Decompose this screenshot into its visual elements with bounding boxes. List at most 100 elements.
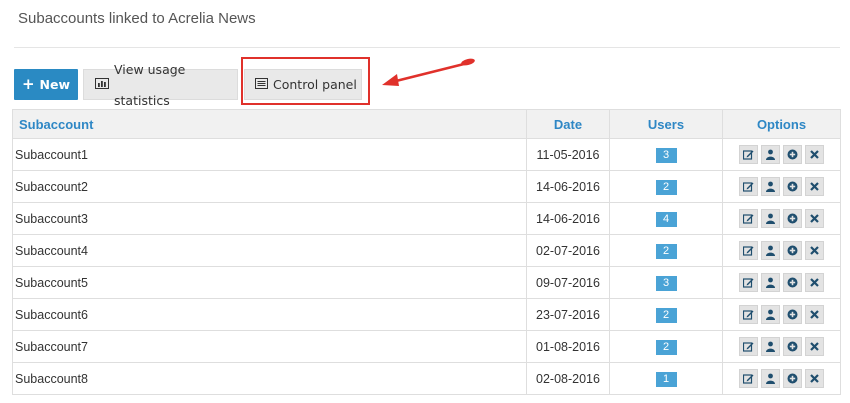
users-cell: 2 xyxy=(609,170,723,203)
options-column-header: Options xyxy=(722,109,841,139)
annotation-arrow xyxy=(382,58,475,86)
user-icon xyxy=(762,149,779,160)
users-button[interactable] xyxy=(761,209,780,228)
table-row: Subaccount6 23-07-2016 2 xyxy=(12,298,841,331)
add-button[interactable] xyxy=(783,145,802,164)
edit-icon xyxy=(740,341,757,352)
plus-icon: + xyxy=(21,75,35,93)
delete-icon xyxy=(806,277,823,288)
users-button[interactable] xyxy=(761,273,780,292)
users-cell: 1 xyxy=(609,362,723,395)
users-count-badge[interactable]: 3 xyxy=(655,147,677,163)
delete-button[interactable] xyxy=(805,369,824,388)
subaccount-name-cell: Subaccount6 xyxy=(12,298,527,331)
edit-button[interactable] xyxy=(739,273,758,292)
options-cell xyxy=(722,170,841,203)
view-usage-statistics-button[interactable]: View usage statistics xyxy=(83,62,238,108)
bar-chart-icon xyxy=(95,69,109,100)
subaccount-column-header[interactable]: Subaccount xyxy=(12,109,527,139)
options-cell xyxy=(722,138,841,171)
users-count-badge[interactable]: 2 xyxy=(655,307,677,323)
table-row: Subaccount8 02-08-2016 1 xyxy=(12,362,841,395)
subaccount-name-cell: Subaccount7 xyxy=(12,330,527,363)
new-button[interactable]: + New xyxy=(14,69,78,100)
table-row: Subaccount3 14-06-2016 4 xyxy=(12,202,841,235)
add-circle-icon xyxy=(784,277,801,288)
delete-button[interactable] xyxy=(805,145,824,164)
users-count-badge[interactable]: 2 xyxy=(655,179,677,195)
date-cell: 14-06-2016 xyxy=(526,202,610,235)
user-icon xyxy=(762,245,779,256)
highlight-box xyxy=(241,57,370,105)
delete-icon xyxy=(806,341,823,352)
view-usage-statistics-label: View usage statistics xyxy=(114,61,186,108)
add-button[interactable] xyxy=(783,209,802,228)
add-circle-icon xyxy=(784,181,801,192)
add-button[interactable] xyxy=(783,177,802,196)
edit-button[interactable] xyxy=(739,209,758,228)
options-cell xyxy=(722,202,841,235)
add-circle-icon xyxy=(784,373,801,384)
add-button[interactable] xyxy=(783,305,802,324)
users-column-header[interactable]: Users xyxy=(609,109,723,139)
users-button[interactable] xyxy=(761,305,780,324)
users-button[interactable] xyxy=(761,145,780,164)
users-button[interactable] xyxy=(761,337,780,356)
delete-icon xyxy=(806,245,823,256)
new-button-label: New xyxy=(39,77,71,92)
users-cell: 3 xyxy=(609,266,723,299)
users-count-badge[interactable]: 4 xyxy=(655,211,677,227)
users-button[interactable] xyxy=(761,241,780,260)
users-button[interactable] xyxy=(761,177,780,196)
delete-button[interactable] xyxy=(805,241,824,260)
add-button[interactable] xyxy=(783,241,802,260)
edit-button[interactable] xyxy=(739,177,758,196)
edit-icon xyxy=(740,245,757,256)
page-title: Subaccounts linked to Acrelia News xyxy=(18,10,256,27)
delete-button[interactable] xyxy=(805,337,824,356)
delete-button[interactable] xyxy=(805,177,824,196)
date-cell: 23-07-2016 xyxy=(526,298,610,331)
edit-icon xyxy=(740,149,757,160)
options-cell xyxy=(722,266,841,299)
users-count-badge[interactable]: 2 xyxy=(655,243,677,259)
users-count-badge[interactable]: 3 xyxy=(655,275,677,291)
edit-icon xyxy=(740,277,757,288)
date-cell: 11-05-2016 xyxy=(526,138,610,171)
add-circle-icon xyxy=(784,149,801,160)
add-button[interactable] xyxy=(783,273,802,292)
date-cell: 01-08-2016 xyxy=(526,330,610,363)
edit-button[interactable] xyxy=(739,241,758,260)
user-icon xyxy=(762,181,779,192)
subaccount-name-cell: Subaccount8 xyxy=(12,362,527,395)
add-button[interactable] xyxy=(783,337,802,356)
date-cell: 02-08-2016 xyxy=(526,362,610,395)
edit-button[interactable] xyxy=(739,145,758,164)
date-column-header[interactable]: Date xyxy=(526,109,610,139)
edit-icon xyxy=(740,181,757,192)
users-cell: 2 xyxy=(609,330,723,363)
delete-button[interactable] xyxy=(805,305,824,324)
delete-icon xyxy=(806,373,823,384)
edit-button[interactable] xyxy=(739,337,758,356)
delete-icon xyxy=(806,181,823,192)
edit-icon xyxy=(740,213,757,224)
table-row: Subaccount1 11-05-2016 3 xyxy=(12,138,841,171)
users-cell: 3 xyxy=(609,138,723,171)
edit-button[interactable] xyxy=(739,305,758,324)
users-cell: 2 xyxy=(609,234,723,267)
users-count-badge[interactable]: 1 xyxy=(655,371,677,387)
add-button[interactable] xyxy=(783,369,802,388)
delete-button[interactable] xyxy=(805,209,824,228)
users-button[interactable] xyxy=(761,369,780,388)
delete-icon xyxy=(806,213,823,224)
users-count-badge[interactable]: 2 xyxy=(655,339,677,355)
date-cell: 02-07-2016 xyxy=(526,234,610,267)
user-icon xyxy=(762,309,779,320)
delete-button[interactable] xyxy=(805,273,824,292)
date-cell: 14-06-2016 xyxy=(526,170,610,203)
users-cell: 2 xyxy=(609,298,723,331)
edit-button[interactable] xyxy=(739,369,758,388)
date-cell: 09-07-2016 xyxy=(526,266,610,299)
subaccount-name-cell: Subaccount1 xyxy=(12,138,527,171)
